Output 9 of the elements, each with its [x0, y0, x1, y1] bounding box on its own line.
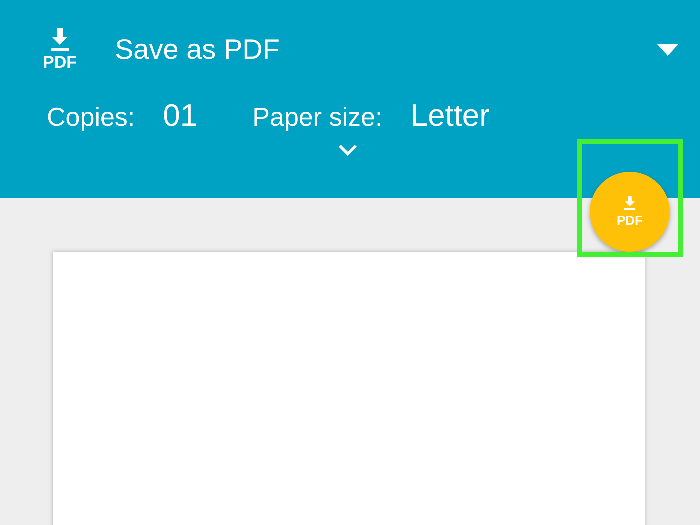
download-icon	[622, 196, 638, 211]
copies-value[interactable]: 01	[163, 98, 198, 134]
dropdown-icon[interactable]	[657, 44, 679, 56]
save-pdf-button[interactable]: PDF	[590, 172, 670, 252]
paper-size-value[interactable]: Letter	[410, 98, 490, 134]
paper-size-label: Paper size:	[252, 102, 383, 133]
copies-label: Copies:	[47, 102, 136, 133]
printer-name[interactable]: Save as PDF	[115, 34, 657, 66]
expand-icon[interactable]	[338, 144, 358, 156]
